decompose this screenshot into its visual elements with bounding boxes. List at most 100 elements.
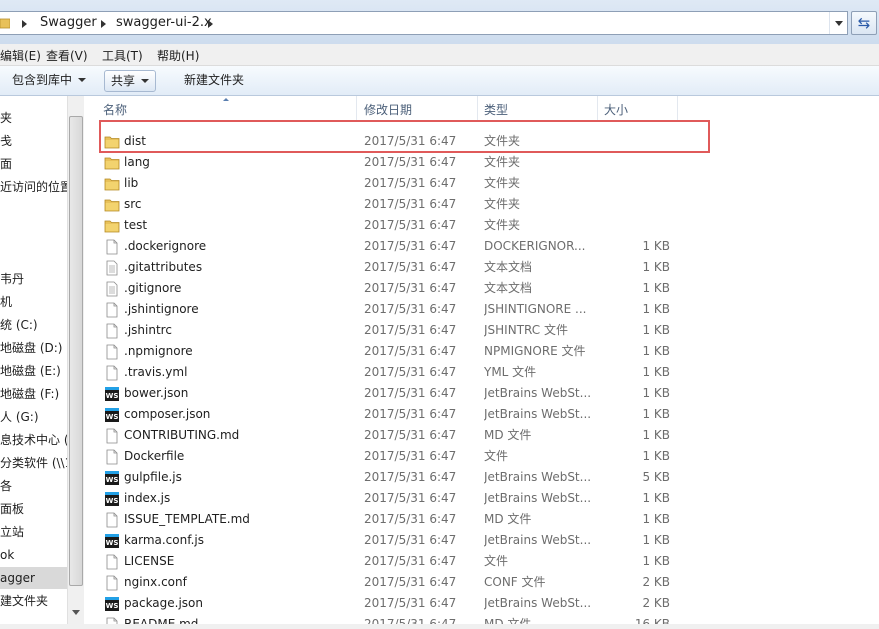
share-label: 共享 <box>111 74 136 88</box>
file-date: 2017/5/31 6:47 <box>364 155 457 169</box>
file-row[interactable]: CONTRIBUTING.md 2017/5/31 6:47 MD 文件 1 KB <box>85 425 879 446</box>
file-row[interactable]: WS karma.conf.js 2017/5/31 6:47 JetBrains W… <box>85 530 879 551</box>
file-name: gulpfile.js <box>124 470 182 484</box>
nav-item[interactable]: agger <box>0 567 67 589</box>
nav-item[interactable]: 面板 <box>0 498 67 520</box>
file-size: 1 KB <box>642 281 670 295</box>
file-type: 文本文档 <box>484 260 533 274</box>
file-size: 1 KB <box>642 533 670 547</box>
include-in-library-label: 包含到库中 <box>12 73 73 87</box>
file-type: JetBrains WebSt... <box>484 491 592 505</box>
folder-icon <box>0 18 10 29</box>
breadcrumb-separator-icon[interactable] <box>22 20 27 28</box>
column-header-type[interactable]: 类型 <box>478 96 598 120</box>
file-row[interactable]: src 2017/5/31 6:47 文件夹 <box>85 194 879 215</box>
file-type: JSHINTIGNORE ... <box>484 302 587 316</box>
menu-tools[interactable]: 工具(T) <box>102 47 143 64</box>
webstorm-icon: WS <box>104 533 120 549</box>
file-row[interactable]: .jshintignore 2017/5/31 6:47 JSHINTIGNORE … <box>85 299 879 320</box>
file-date: 2017/5/31 6:47 <box>364 281 457 295</box>
nav-item[interactable]: 人 (G:) <box>0 406 67 428</box>
file-row[interactable]: test 2017/5/31 6:47 文件夹 <box>85 215 879 236</box>
file-type: 文件夹 <box>484 218 521 232</box>
nav-item[interactable]: 夹 <box>0 107 67 129</box>
svg-text:WS: WS <box>106 602 119 610</box>
file-size: 1 KB <box>642 449 670 463</box>
breadcrumb-swagger[interactable]: Swagger <box>40 15 97 30</box>
nav-item[interactable]: 面 <box>0 153 67 175</box>
menu-help[interactable]: 帮助(H) <box>157 47 199 64</box>
nav-item[interactable] <box>0 222 67 244</box>
file-row[interactable]: WS composer.json 2017/5/31 6:47 JetBrains W… <box>85 404 879 425</box>
file-type: JetBrains WebSt... <box>484 533 592 547</box>
share-button[interactable]: 共享 <box>104 70 157 92</box>
column-header-date[interactable]: 修改日期 <box>358 96 478 120</box>
nav-item[interactable]: 建文件夹 <box>0 590 67 612</box>
file-row[interactable]: nginx.conf 2017/5/31 6:47 CONF 文件 2 KB <box>85 572 879 593</box>
nav-item[interactable]: 地磁盘 (F:) <box>0 383 67 405</box>
new-folder-button[interactable]: 新建文件夹 <box>178 70 250 92</box>
nav-item[interactable]: 分类软件 (\\1 <box>0 452 67 474</box>
file-date: 2017/5/31 6:47 <box>364 512 457 526</box>
file-row[interactable]: lib 2017/5/31 6:47 文件夹 <box>85 173 879 194</box>
file-row[interactable]: lang 2017/5/31 6:47 文件夹 <box>85 152 879 173</box>
nav-item[interactable]: 近访问的位置 <box>0 176 67 198</box>
file-size: 1 KB <box>642 428 670 442</box>
file-row[interactable]: WS index.js 2017/5/31 6:47 JetBrains WebSt.… <box>85 488 879 509</box>
file-type: 文件夹 <box>484 134 521 148</box>
file-row[interactable]: ISSUE_TEMPLATE.md 2017/5/31 6:47 MD 文件 1 KB <box>85 509 879 530</box>
scroll-down-icon[interactable] <box>72 610 80 615</box>
breadcrumb-swagger-ui[interactable]: swagger-ui-2.x <box>116 15 212 30</box>
refresh-button[interactable]: ⇆ <box>851 11 877 35</box>
address-bar[interactable]: Swagger swagger-ui-2.x <box>0 11 848 35</box>
file-row[interactable]: .npmignore 2017/5/31 6:47 NPMIGNORE 文件 1 KB <box>85 341 879 362</box>
nav-item[interactable]: 立站 <box>0 521 67 543</box>
nav-item[interactable]: 各 <box>0 475 67 497</box>
file-row[interactable]: .jshintrc 2017/5/31 6:47 JSHINTRC 文件 1 KB <box>85 320 879 341</box>
file-row[interactable]: WS gulpfile.js 2017/5/31 6:47 JetBrains Web… <box>85 467 879 488</box>
menu-edit[interactable]: 编辑(E) <box>0 47 41 64</box>
breadcrumb-separator-icon[interactable] <box>101 20 106 28</box>
menu-view[interactable]: 查看(V) <box>46 47 88 64</box>
column-header-size[interactable]: 大小 <box>598 96 678 120</box>
column-header-name[interactable]: 名称 <box>97 96 357 120</box>
file-type: JetBrains WebSt... <box>484 596 592 610</box>
file-size: 1 KB <box>642 365 670 379</box>
file-date: 2017/5/31 6:47 <box>364 533 457 547</box>
nav-item[interactable]: 机 <box>0 291 67 313</box>
nav-item[interactable]: 统 (C:) <box>0 314 67 336</box>
nav-item[interactable]: 地磁盘 (E:) <box>0 360 67 382</box>
file-name: .gitignore <box>124 281 182 295</box>
nav-item[interactable] <box>0 245 67 267</box>
breadcrumb-separator-icon[interactable] <box>208 20 213 28</box>
address-history-dropdown[interactable] <box>829 12 847 34</box>
nav-item[interactable]: 息技术中心 ( <box>0 429 67 451</box>
file-icon <box>104 512 120 528</box>
nav-scrollbar[interactable] <box>67 96 84 629</box>
nav-item[interactable] <box>0 199 67 221</box>
file-row[interactable]: WS bower.json 2017/5/31 6:47 JetBrains WebS… <box>85 383 879 404</box>
nav-item[interactable]: 韦丹 <box>0 268 67 290</box>
file-row[interactable]: .gitattributes 2017/5/31 6:47 文本文档 1 KB <box>85 257 879 278</box>
file-type: JetBrains WebSt... <box>484 470 592 484</box>
nav-item[interactable]: ok <box>0 544 67 566</box>
file-row[interactable]: LICENSE 2017/5/31 6:47 文件 1 KB <box>85 551 879 572</box>
file-row[interactable]: dist 2017/5/31 6:47 文件夹 <box>85 131 879 152</box>
file-row[interactable]: .gitignore 2017/5/31 6:47 文本文档 1 KB <box>85 278 879 299</box>
file-name: dist <box>124 134 146 148</box>
nav-item[interactable]: 戋 <box>0 130 67 152</box>
file-icon <box>104 428 120 444</box>
nav-scrollbar-thumb[interactable] <box>69 116 83 586</box>
file-type: CONF 文件 <box>484 575 546 589</box>
column-headers: 名称 修改日期 类型 大小 <box>85 96 879 120</box>
webstorm-icon: WS <box>104 491 120 507</box>
file-row[interactable]: .travis.yml 2017/5/31 6:47 YML 文件 1 KB <box>85 362 879 383</box>
nav-item[interactable]: 地磁盘 (D:) <box>0 337 67 359</box>
file-row[interactable]: .dockerignore 2017/5/31 6:47 DOCKERIGNOR..… <box>85 236 879 257</box>
file-row[interactable]: Dockerfile 2017/5/31 6:47 文件 1 KB <box>85 446 879 467</box>
file-type: JetBrains WebSt... <box>484 407 592 421</box>
include-in-library-button[interactable]: 包含到库中 <box>6 70 92 92</box>
file-row[interactable]: WS package.json 2017/5/31 6:47 JetBrains We… <box>85 593 879 614</box>
chevron-down-icon <box>78 78 87 82</box>
new-folder-label: 新建文件夹 <box>184 73 245 87</box>
